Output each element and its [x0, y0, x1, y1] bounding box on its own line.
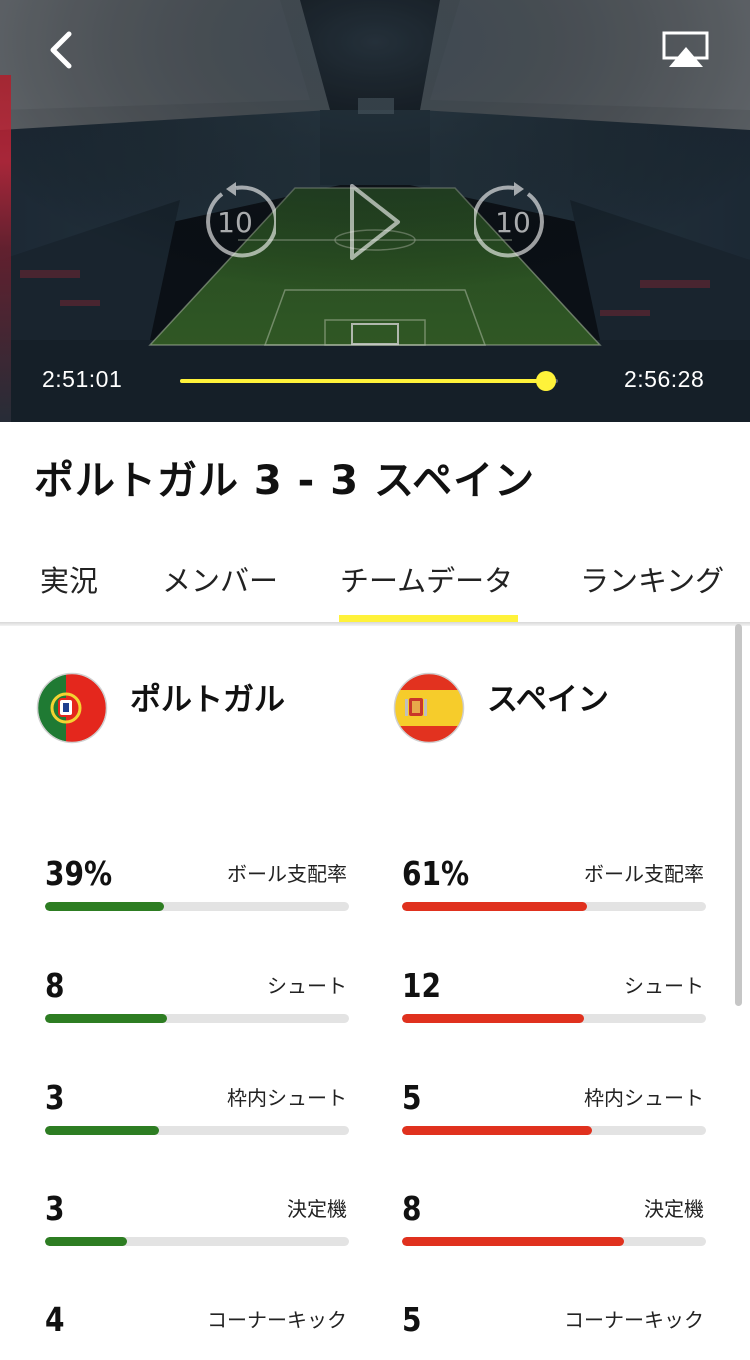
stat-bar-fill	[45, 1237, 128, 1246]
stat-portugal-shots-on-target: 3 枠内シュート	[45, 1078, 349, 1138]
forward-seconds: 10	[495, 206, 531, 239]
stat-value: 3	[45, 1078, 65, 1117]
stat-bar-fill	[402, 902, 588, 911]
stat-value: 39%	[45, 854, 113, 893]
stat-value: 5	[402, 1078, 422, 1117]
stat-value: 4	[45, 1300, 65, 1339]
stat-value: 3	[45, 1189, 65, 1228]
duration-time: 2:56:28	[624, 366, 705, 392]
stat-spain-corner-kicks: 5 コーナーキック	[402, 1300, 706, 1360]
forward-10-button[interactable]: 10	[471, 182, 554, 262]
stat-label: シュート	[267, 974, 347, 998]
back-button[interactable]	[38, 26, 86, 74]
stat-value: 12	[402, 966, 442, 1005]
team-name-portugal: ポルトガル	[130, 682, 285, 718]
scrollbar[interactable]	[735, 624, 742, 1006]
rewind-seconds: 10	[217, 206, 253, 239]
stat-label: 枠内シュート	[584, 1086, 704, 1110]
stat-bar-fill	[402, 1237, 624, 1246]
stat-bar-fill	[402, 1126, 592, 1135]
team-name-spain: スペイン	[487, 682, 609, 718]
stat-bar	[45, 1014, 349, 1023]
stat-bar	[45, 1126, 349, 1135]
airplay-icon	[662, 31, 709, 67]
play-icon	[350, 184, 400, 260]
stat-bar	[45, 1237, 349, 1246]
tab-live-commentary[interactable]: 実況	[40, 558, 98, 600]
spain-flag-icon	[393, 672, 465, 744]
stat-label: シュート	[624, 974, 704, 998]
stat-bar	[45, 902, 349, 911]
stat-label: 枠内シュート	[227, 1086, 347, 1110]
stat-label: ボール支配率	[227, 862, 347, 886]
stat-bar	[402, 1126, 706, 1135]
tab-divider	[0, 622, 750, 626]
stat-label: 決定機	[287, 1197, 347, 1221]
stat-spain-shots: 12 シュート	[402, 966, 706, 1026]
current-time: 2:51:01	[42, 366, 123, 392]
stat-spain-possession: 61% ボール支配率	[402, 854, 706, 914]
chevron-left-icon	[50, 31, 72, 69]
active-tab-indicator	[339, 615, 518, 622]
airplay-button[interactable]	[660, 30, 712, 70]
stat-spain-shots-on-target: 5 枠内シュート	[402, 1078, 706, 1138]
stat-value: 8	[402, 1189, 422, 1228]
frame-edge-strip	[0, 75, 11, 422]
stat-value: 61%	[402, 854, 470, 893]
tab-members[interactable]: メンバー	[162, 558, 278, 600]
tab-bar: 実況 メンバー チームデータ ランキング	[0, 540, 750, 622]
stat-portugal-corner-kicks: 4 コーナーキック	[45, 1300, 349, 1360]
stat-portugal-shots: 8 シュート	[45, 966, 349, 1026]
rewind-10-button[interactable]: 10	[196, 182, 279, 262]
match-title: ポルトガル 3 - 3 スペイン	[34, 458, 536, 504]
stat-portugal-possession: 39% ボール支配率	[45, 854, 349, 914]
tab-team-data[interactable]: チームデータ	[340, 558, 513, 600]
stat-portugal-big-chances: 3 決定機	[45, 1189, 349, 1249]
stat-bar-fill	[402, 1014, 585, 1023]
video-player[interactable]: 10 10 2:51:01 2:56:28	[0, 0, 750, 422]
stat-value: 8	[45, 966, 65, 1005]
seek-progress	[180, 379, 547, 383]
seek-bar[interactable]	[180, 371, 558, 391]
stat-bar	[402, 1237, 706, 1246]
play-button[interactable]	[344, 180, 404, 264]
stat-bar-fill	[45, 902, 164, 911]
stat-bar-fill	[45, 1014, 167, 1023]
stat-label: コーナーキック	[564, 1308, 704, 1332]
stat-value: 5	[402, 1300, 422, 1339]
stat-bar	[402, 1014, 706, 1023]
stat-label: コーナーキック	[207, 1308, 347, 1332]
stat-bar	[402, 902, 706, 911]
tab-ranking[interactable]: ランキング	[580, 558, 724, 600]
stat-spain-big-chances: 8 決定機	[402, 1189, 706, 1249]
stat-label: 決定機	[644, 1197, 704, 1221]
portugal-flag-icon	[36, 672, 108, 744]
stat-bar-fill	[45, 1126, 159, 1135]
stat-label: ボール支配率	[584, 862, 704, 886]
